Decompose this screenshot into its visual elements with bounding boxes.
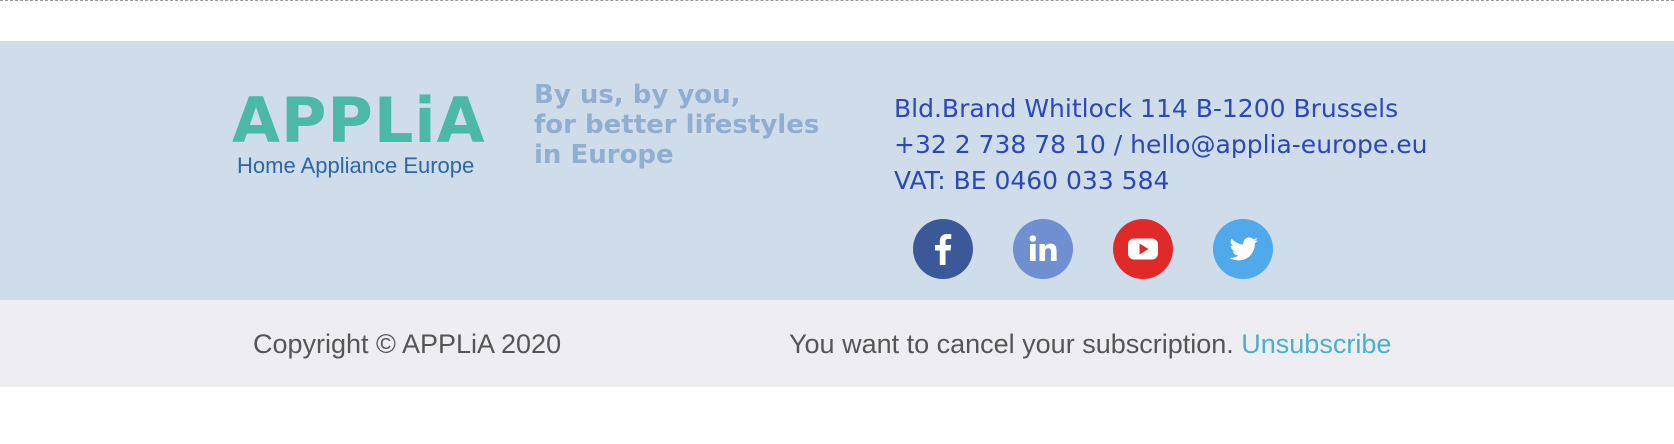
youtube-icon[interactable] [1113, 219, 1173, 279]
cancel-subscription-text: You want to cancel your subscription. [789, 329, 1234, 359]
dashed-divider [0, 0, 1674, 1]
tagline-line: By us, by you, [534, 80, 741, 110]
tagline-line: for better lifestyles [534, 110, 820, 140]
phone-email-text[interactable]: +32 2 738 78 10 / hello@applia-europe.eu [894, 127, 1427, 163]
vat-text: VAT: BE 0460 033 584 [894, 166, 1170, 195]
contact-block: Bld.Brand Whitlock 114 B-1200 Brussels +… [894, 91, 1427, 199]
address-text: Bld.Brand Whitlock 114 B-1200 Brussels [894, 94, 1399, 123]
tagline: By us, by you, for better lifestyles in … [534, 80, 819, 170]
applia-logo[interactable]: APPLiA Home Appliance Europe [232, 90, 502, 184]
logo-subtitle: Home Appliance Europe [237, 153, 475, 178]
logo-wordmark: APPLiA [232, 84, 486, 157]
tagline-line: in Europe [534, 140, 674, 170]
linkedin-icon[interactable] [1013, 219, 1073, 279]
facebook-icon[interactable] [913, 219, 973, 279]
copyright-text: Copyright © APPLiA 2020 [253, 329, 562, 359]
unsubscribe-line: You want to cancel your subscription. Un… [789, 328, 1391, 360]
unsubscribe-link[interactable]: Unsubscribe [1241, 329, 1391, 359]
social-links [913, 219, 1273, 281]
twitter-icon[interactable] [1213, 219, 1273, 279]
